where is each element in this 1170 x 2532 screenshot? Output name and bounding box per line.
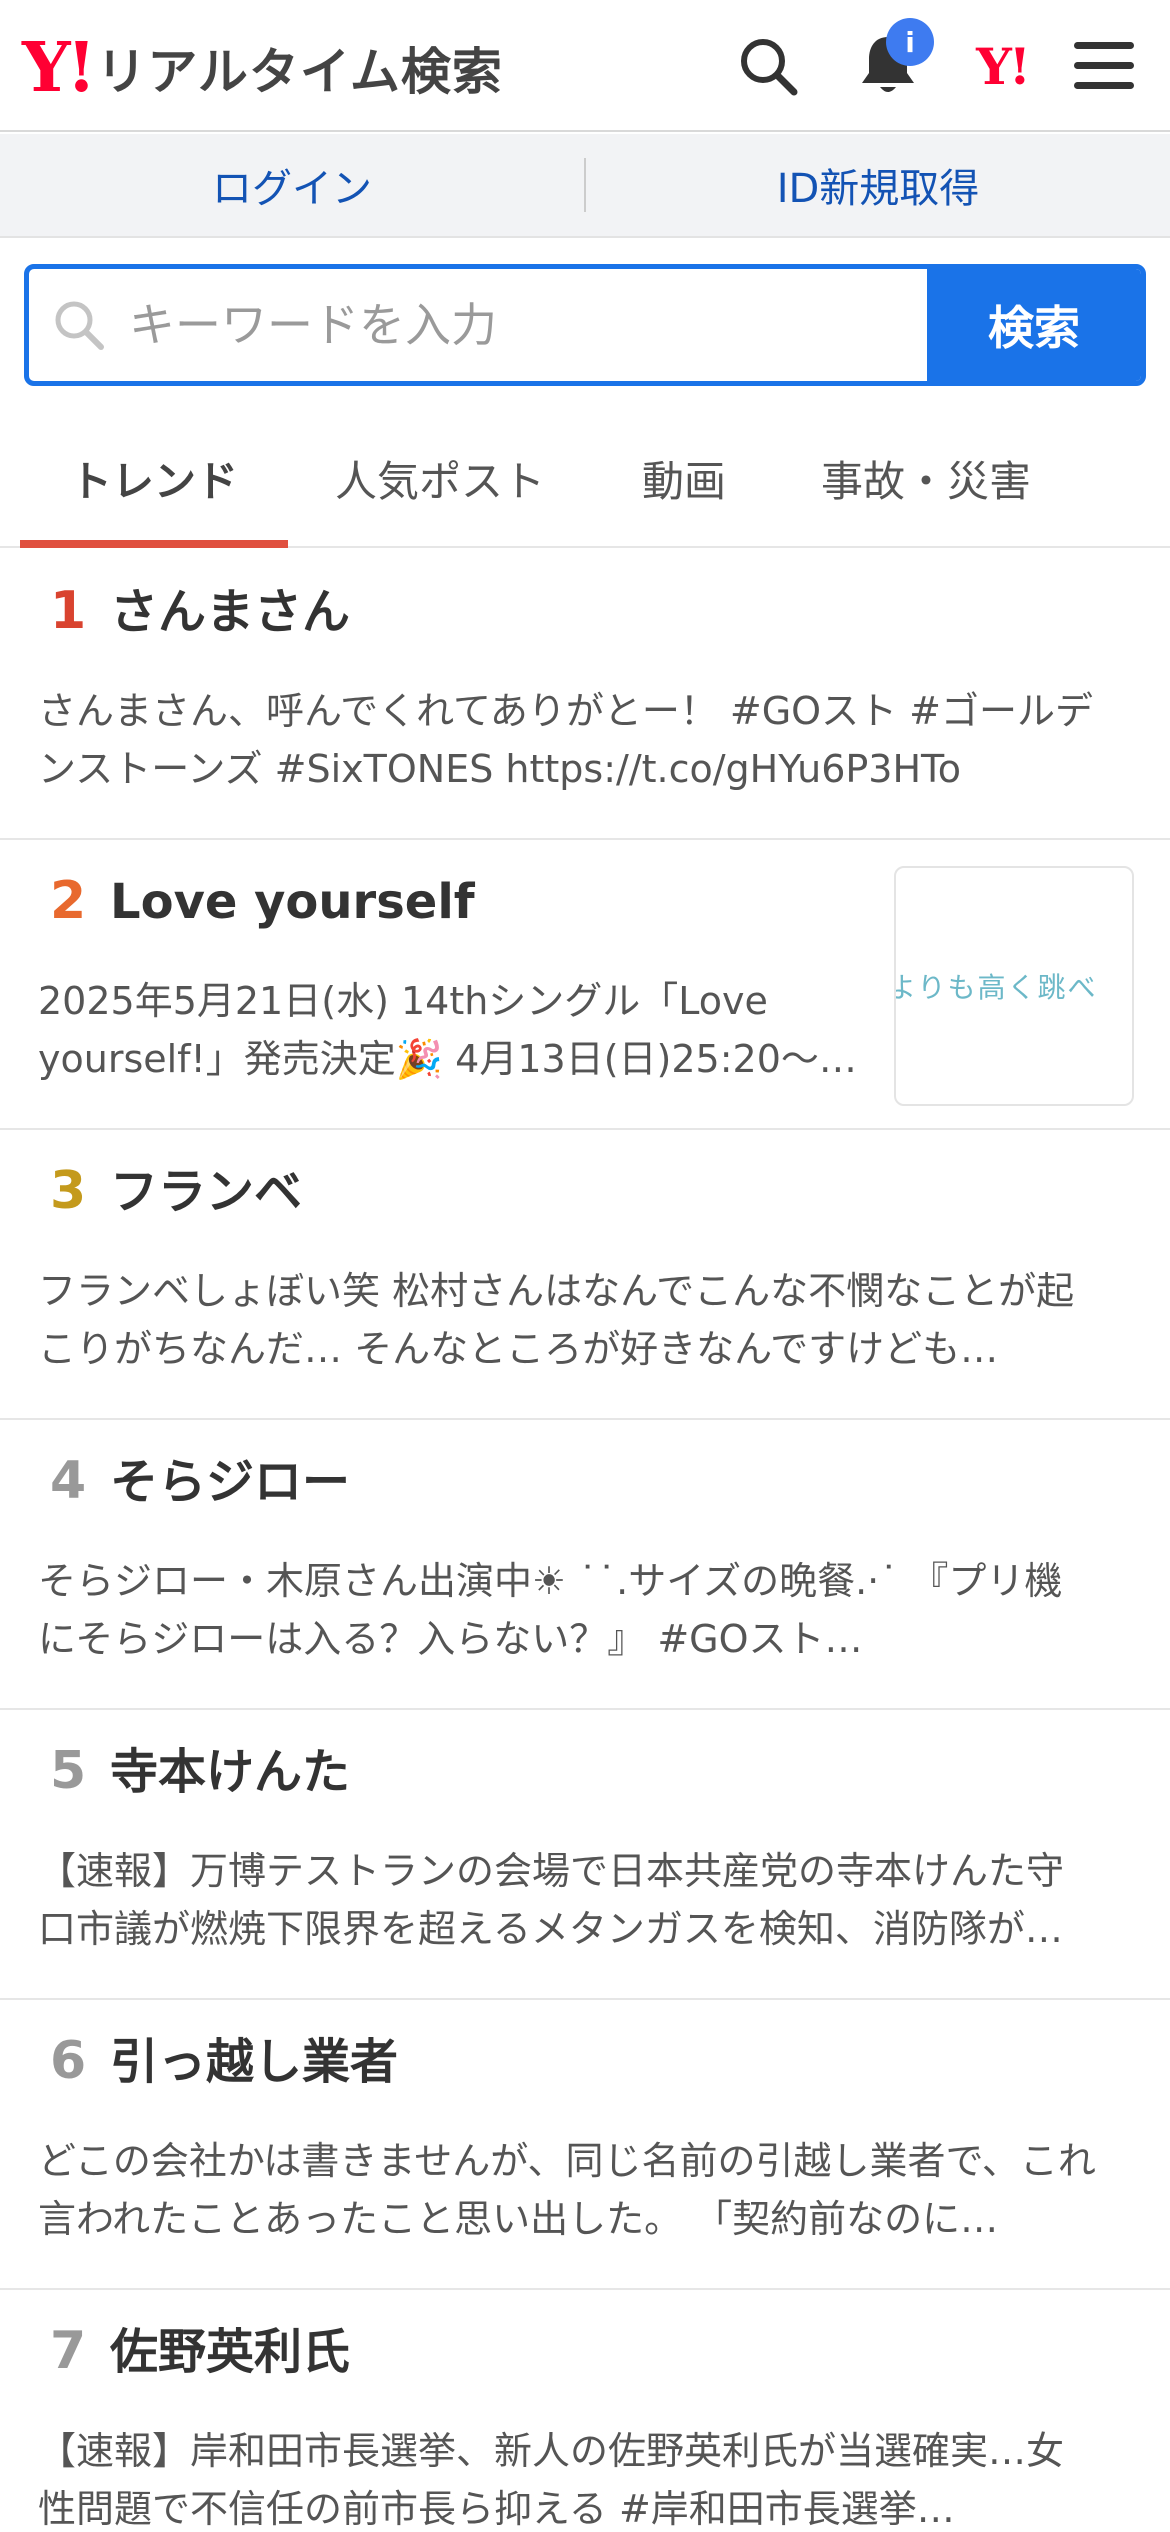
service-name: リアルタイム検索 — [96, 43, 503, 101]
trend-title: 引っ越し業者 — [110, 2034, 399, 2090]
trend-rank: 2 — [50, 871, 87, 931]
trend-rank: 5 — [50, 1741, 87, 1801]
tab-accidents-disasters[interactable]: 事故・災害 — [790, 410, 1062, 546]
category-tabs: トレンド 人気ポスト 動画 事故・災害 — [0, 410, 1170, 548]
trend-title: フランベ — [110, 1164, 303, 1220]
yahoo-logo-mark: Y! — [22, 28, 96, 108]
app-header: Y! リアルタイム検索 i Y! — [0, 0, 1170, 132]
trend-item[interactable]: 7 佐野英利氏 【速報】岸和田市長選挙、新人の佐野英利氏が当選確実…女性問題で不… — [0, 2290, 1170, 2532]
trend-item[interactable]: 2 Love yourself 2025年5月21日(水) 14thシングル「L… — [0, 840, 1170, 1130]
yahoo-japan-icon[interactable]: Y! — [966, 30, 1038, 102]
account-bar: ログイン ID新規取得 — [0, 134, 1170, 238]
trend-snippet: そらジロー・木原さん出演中☀ ˙˙.サイズの晩餐.·˙ 『プリ機にそらジローは入… — [38, 1559, 1063, 1661]
search-button[interactable]: 検索 — [927, 269, 1141, 381]
login-link[interactable]: ログイン — [0, 134, 584, 236]
trend-rank: 6 — [50, 2031, 87, 2091]
yahoo-realtime-logo[interactable]: Y! リアルタイム検索 — [22, 28, 503, 108]
trend-rank: 3 — [50, 1161, 87, 1221]
trend-snippet: 2025年5月21日(水) 14thシングル「Love yourself!」発売… — [38, 979, 857, 1081]
trend-snippet: どこの会社かは書きませんが、同じ名前の引越し業者で、これ言われたことあったこと思… — [38, 2139, 1096, 2241]
trend-thumbnail[interactable]: よりも高く跳べ — [894, 866, 1134, 1106]
notification-badge: i — [886, 18, 934, 66]
tab-trend[interactable]: トレンド — [20, 410, 288, 548]
trend-list: 1 さんまさん さんまさん、呼んでくれてありがとー！ #GOスト #ゴールデンス… — [0, 550, 1170, 2532]
notification-bell-icon[interactable]: i — [852, 18, 934, 102]
signup-link[interactable]: ID新規取得 — [586, 134, 1170, 236]
search-input[interactable] — [129, 269, 927, 381]
tab-videos[interactable]: 動画 — [600, 410, 768, 546]
trend-snippet: さんまさん、呼んでくれてありがとー！ #GOスト #ゴールデンストーンズ #Si… — [38, 689, 1094, 791]
trend-item[interactable]: 3 フランベ フランベしょぼい笑 松村さんはなんでこんな不憫なことが起こりがちな… — [0, 1130, 1170, 1420]
trend-title: さんまさん — [110, 584, 351, 640]
trend-item[interactable]: 6 引っ越し業者 どこの会社かは書きませんが、同じ名前の引越し業者で、これ言われ… — [0, 2000, 1170, 2290]
thumbnail-text: よりも高く跳べ — [894, 971, 1098, 1004]
yahoo-japan-mark: Y! — [976, 36, 1031, 96]
trend-title: Love yourself — [110, 874, 475, 930]
trend-snippet: 【速報】岸和田市長選挙、新人の佐野英利氏が当選確実…女性問題で不信任の前市長ら抑… — [38, 2429, 1065, 2531]
search-icon[interactable] — [732, 30, 804, 102]
trend-snippet: フランベしょぼい笑 松村さんはなんでこんな不憫なことが起こりがちなんだ… そんな… — [38, 1269, 1075, 1371]
trend-item[interactable]: 1 さんまさん さんまさん、呼んでくれてありがとー！ #GOスト #ゴールデンス… — [0, 550, 1170, 840]
trend-snippet: 【速報】万博テストランの会場で日本共産党の寺本けんた守口市議が燃焼下限界を超える… — [38, 1849, 1065, 1951]
search-bar: 検索 — [24, 264, 1146, 386]
trend-title: 佐野英利氏 — [110, 2324, 351, 2380]
tab-popular-posts[interactable]: 人気ポスト — [300, 410, 580, 546]
hamburger-menu-icon[interactable] — [1068, 30, 1140, 102]
trend-item[interactable]: 5 寺本けんた 【速報】万博テストランの会場で日本共産党の寺本けんた守口市議が燃… — [0, 1710, 1170, 2000]
trend-item[interactable]: 4 そらジロー そらジロー・木原さん出演中☀ ˙˙.サイズの晩餐.·˙ 『プリ機… — [0, 1420, 1170, 1710]
trend-title: 寺本けんた — [110, 1744, 351, 1800]
trend-rank: 4 — [50, 1451, 87, 1511]
trend-rank: 7 — [50, 2321, 87, 2381]
trend-title: そらジロー — [110, 1454, 351, 1510]
trend-rank: 1 — [50, 581, 87, 641]
magnifier-icon — [29, 269, 129, 381]
